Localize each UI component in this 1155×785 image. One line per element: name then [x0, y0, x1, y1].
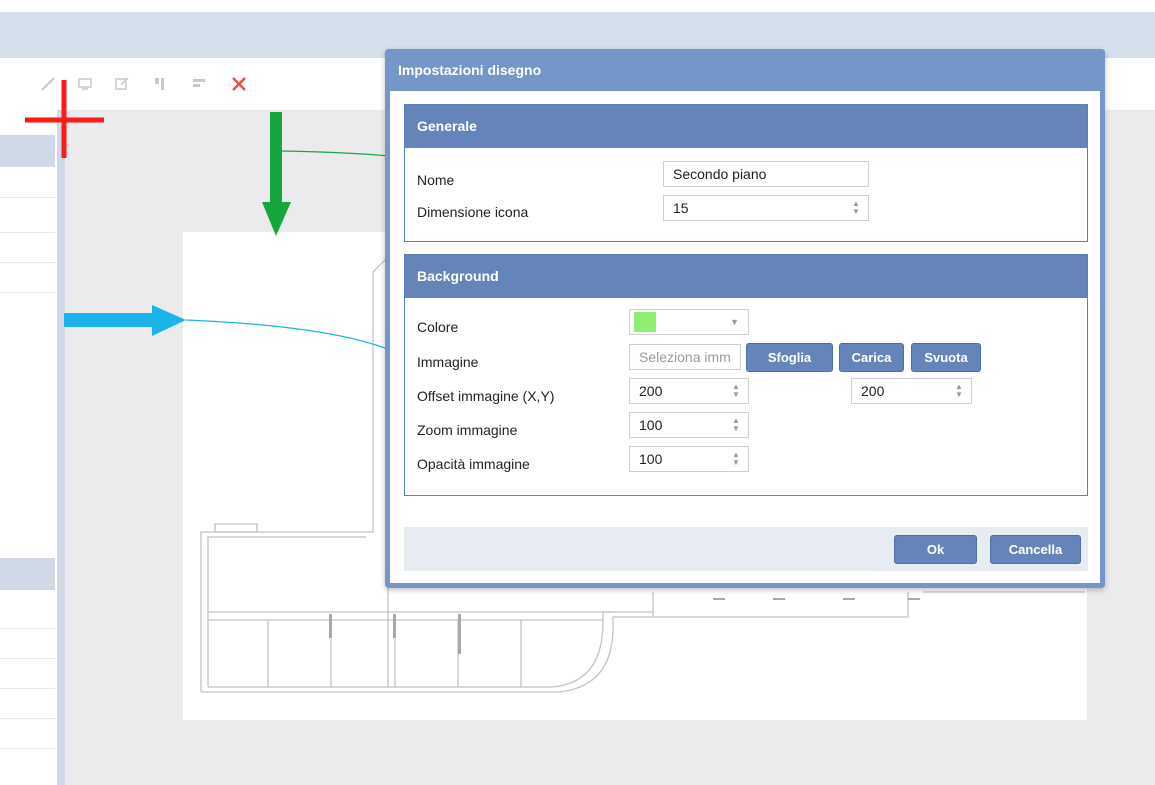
image-input-placeholder: Seleziona imm [639, 349, 731, 365]
opacity-label: Opacità immagine [417, 456, 530, 472]
spinner-arrows-icon[interactable]: ▲ ▼ [732, 451, 740, 467]
clear-button[interactable]: Svuota [911, 343, 981, 372]
list-row-divider [0, 688, 55, 689]
name-label: Nome [417, 172, 455, 188]
list-row-divider [0, 748, 55, 749]
app-window: Impostazioni disegno Generale Nome Secon… [0, 0, 1155, 785]
offset-x-value: 200 [639, 383, 663, 399]
color-swatch [634, 312, 656, 332]
general-section-title: Generale [405, 105, 1087, 148]
chevron-down-icon[interactable]: ▼ [730, 310, 739, 334]
icon-size-value: 15 [673, 200, 689, 216]
zoom-label: Zoom immagine [417, 422, 518, 438]
list-row-divider [0, 262, 55, 263]
spinner-arrows-icon[interactable]: ▲ ▼ [732, 383, 740, 399]
drawing-settings-dialog: Impostazioni disegno Generale Nome Secon… [385, 49, 1105, 588]
list-row-divider [0, 197, 55, 198]
offset-y-stepper[interactable]: 200 ▲ ▼ [851, 378, 972, 404]
background-section-title: Background [405, 255, 1087, 298]
edit-icon[interactable] [112, 74, 132, 94]
dialog-title[interactable]: Impostazioni disegno [385, 49, 1105, 91]
general-section: Generale Nome Secondo piano Dimensione i… [404, 104, 1088, 242]
browse-button[interactable]: Sfoglia [746, 343, 833, 372]
cancel-button[interactable]: Cancella [990, 535, 1081, 564]
dialog-footer: Ok Cancella [404, 527, 1088, 571]
align-icon[interactable] [150, 74, 170, 94]
panel-header [0, 558, 55, 590]
offset-y-value: 200 [861, 383, 885, 399]
name-input-value: Secondo piano [673, 166, 767, 182]
image-label: Immagine [417, 354, 479, 370]
name-input[interactable]: Secondo piano [663, 161, 869, 187]
panel-splitter[interactable] [57, 110, 65, 785]
panel-header [0, 135, 55, 167]
opacity-stepper[interactable]: 100 ▲ ▼ [629, 446, 749, 472]
drawing-toolbar [0, 74, 400, 106]
list-row-divider [0, 628, 55, 629]
offset-x-stepper[interactable]: 200 ▲ ▼ [629, 378, 749, 404]
align-top-icon[interactable] [189, 74, 209, 94]
offset-label: Offset immagine (X,Y) [417, 388, 555, 404]
left-list-panel [0, 135, 55, 785]
delete-icon[interactable] [229, 74, 249, 94]
upload-button[interactable]: Carica [839, 343, 904, 372]
zoom-stepper[interactable]: 100 ▲ ▼ [629, 412, 749, 438]
image-file-input[interactable]: Seleziona imm [629, 344, 741, 370]
background-section: Background Colore ▼ Immagine Seleziona i… [404, 254, 1088, 496]
list-row-divider [0, 718, 55, 719]
color-label: Colore [417, 319, 459, 335]
spinner-arrows-icon[interactable]: ▲ ▼ [852, 200, 860, 216]
monitor-icon[interactable] [75, 74, 95, 94]
line-tool-icon[interactable] [38, 74, 58, 94]
list-row-divider [0, 658, 55, 659]
opacity-value: 100 [639, 451, 663, 467]
spinner-arrows-icon[interactable]: ▲ ▼ [955, 383, 963, 399]
icon-size-stepper[interactable]: 15 ▲ ▼ [663, 195, 869, 221]
list-row-divider [0, 232, 55, 233]
list-row-divider [0, 292, 55, 293]
zoom-value: 100 [639, 417, 663, 433]
spinner-arrows-icon[interactable]: ▲ ▼ [732, 417, 740, 433]
icon-size-label: Dimensione icona [417, 204, 529, 220]
color-picker[interactable]: ▼ [629, 309, 749, 335]
ok-button[interactable]: Ok [894, 535, 977, 564]
